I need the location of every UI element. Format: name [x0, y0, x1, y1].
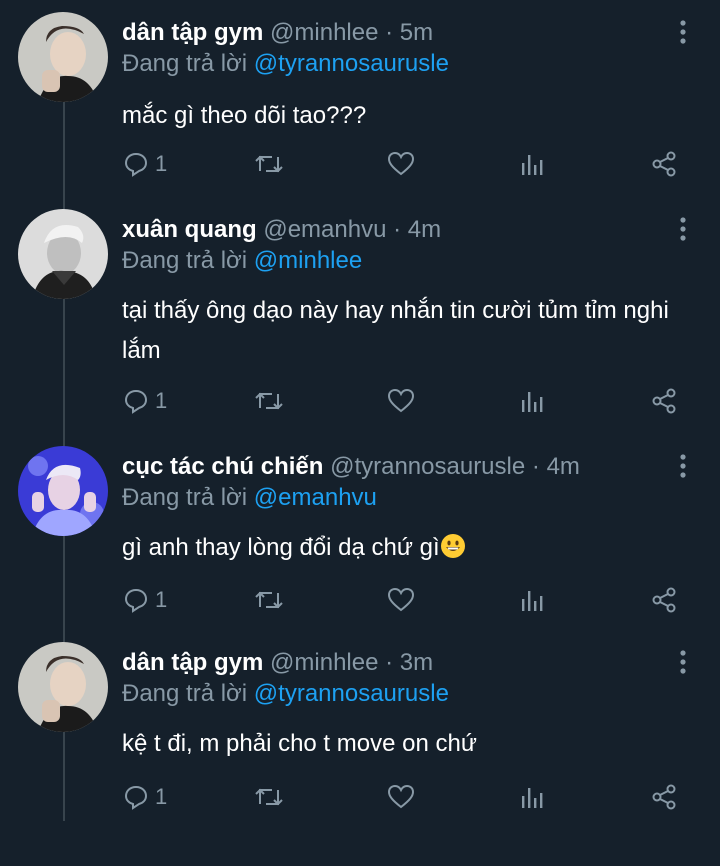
analytics-button[interactable]	[520, 580, 544, 620]
like-icon	[387, 587, 415, 612]
display-name[interactable]: cục tác chú chiến	[122, 453, 323, 480]
retweet-icon	[255, 155, 283, 173]
timestamp[interactable]: 4m	[408, 216, 441, 243]
replying-to: Đang trả lời @tyrannosaurusle	[122, 48, 449, 80]
reply-button[interactable]: 1	[123, 580, 167, 620]
tweet-header: dân tập gym @minhlee · 3m	[122, 647, 433, 679]
username[interactable]: @emanhvu	[263, 216, 386, 243]
retweet-button[interactable]	[254, 144, 284, 184]
share-button[interactable]	[651, 777, 677, 817]
retweet-icon	[255, 591, 283, 609]
reply-count: 1	[155, 388, 168, 413]
display-name[interactable]: dân tập gym	[122, 649, 263, 676]
replying-to-label: Đang trả lời	[122, 50, 248, 77]
reply-button[interactable]: 1	[123, 777, 167, 817]
replying-to-label: Đang trả lời	[122, 247, 248, 274]
more-options-icon[interactable]	[672, 648, 694, 678]
reply-icon	[124, 389, 148, 414]
analytics-button[interactable]	[520, 144, 544, 184]
separator-dot: ·	[385, 649, 394, 676]
like-icon	[387, 784, 415, 809]
share-icon	[652, 388, 676, 414]
action-bar: 1	[0, 580, 720, 620]
avatar[interactable]	[18, 446, 108, 536]
share-icon	[652, 151, 676, 177]
timestamp[interactable]: 3m	[400, 649, 433, 676]
like-button[interactable]	[387, 144, 415, 184]
tweet-text: kệ t đi, m phải cho t move on chứ	[122, 730, 477, 757]
mention-link[interactable]: @tyrannosaurusle	[254, 680, 449, 707]
analytics-icon	[522, 788, 543, 808]
like-icon	[387, 151, 415, 176]
reply-count: 1	[155, 784, 168, 809]
display-name[interactable]: dân tập gym	[122, 19, 263, 46]
replying-to: Đang trả lời @minhlee	[122, 245, 362, 277]
username[interactable]: @minhlee	[270, 649, 378, 676]
more-options-icon[interactable]	[672, 452, 694, 482]
replying-to: Đang trả lời @emanhvu	[122, 482, 377, 514]
action-bar: 1	[0, 381, 720, 421]
tweet[interactable]: dân tập gym @minhlee · 3m Đang trả lời @…	[0, 630, 720, 866]
tweet-text: mắc gì theo dõi tao???	[122, 102, 367, 129]
tweet-header: dân tập gym @minhlee · 5m	[122, 17, 433, 49]
share-icon	[652, 587, 676, 613]
like-button[interactable]	[387, 381, 415, 421]
like-icon	[387, 388, 415, 413]
share-button[interactable]	[651, 144, 677, 184]
analytics-icon	[522, 591, 543, 611]
separator-dot: ·	[385, 19, 394, 46]
analytics-icon	[522, 392, 543, 412]
retweet-button[interactable]	[254, 777, 284, 817]
reply-count: 1	[155, 587, 168, 612]
replying-to: Đang trả lời @tyrannosaurusle	[122, 678, 449, 710]
tweet-text: gì anh thay lòng đổi dạ chứ gì	[122, 534, 440, 561]
share-button[interactable]	[651, 580, 677, 620]
reply-icon	[124, 152, 148, 177]
replying-to-label: Đang trả lời	[122, 484, 248, 511]
action-bar: 1	[0, 144, 720, 184]
grinning-face-emoji	[440, 532, 466, 558]
username[interactable]: @minhlee	[270, 19, 378, 46]
reply-count: 1	[155, 151, 168, 176]
tweet-header: cục tác chú chiến @tyrannosaurusle · 4m	[122, 451, 580, 483]
retweet-button[interactable]	[254, 580, 284, 620]
timestamp[interactable]: 4m	[547, 453, 580, 480]
analytics-button[interactable]	[520, 381, 544, 421]
avatar[interactable]	[18, 12, 108, 102]
mention-link[interactable]: @emanhvu	[254, 484, 377, 511]
retweet-button[interactable]	[254, 381, 284, 421]
mention-link[interactable]: @minhlee	[254, 247, 362, 274]
action-bar: 1	[0, 777, 720, 817]
reply-icon	[124, 588, 148, 613]
reply-button[interactable]: 1	[123, 381, 167, 421]
like-button[interactable]	[387, 580, 415, 620]
analytics-button[interactable]	[520, 777, 544, 817]
like-button[interactable]	[387, 777, 415, 817]
reply-icon	[124, 785, 148, 810]
display-name[interactable]: xuân quang	[122, 216, 257, 243]
retweet-icon	[255, 392, 283, 410]
share-icon	[652, 784, 676, 810]
timestamp[interactable]: 5m	[400, 19, 433, 46]
separator-dot: ·	[393, 216, 402, 243]
more-options-icon[interactable]	[672, 215, 694, 245]
mention-link[interactable]: @tyrannosaurusle	[254, 50, 449, 77]
share-button[interactable]	[651, 381, 677, 421]
analytics-icon	[522, 155, 543, 175]
tweet[interactable]: xuân quang @emanhvu · 4m Đang trả lời @m…	[0, 197, 720, 433]
more-options-icon[interactable]	[672, 18, 694, 48]
reply-button[interactable]: 1	[123, 144, 167, 184]
avatar[interactable]	[18, 642, 108, 732]
avatar[interactable]	[18, 209, 108, 299]
tweet-header: xuân quang @emanhvu · 4m	[122, 214, 441, 246]
separator-dot: ·	[531, 453, 540, 480]
tweet-text: tại thấy ông dạo này hay nhắn tin cười t…	[122, 297, 669, 364]
replying-to-label: Đang trả lời	[122, 680, 248, 707]
retweet-icon	[255, 788, 283, 806]
username[interactable]: @tyrannosaurusle	[330, 453, 525, 480]
tweet-body: gì anh thay lòng đổi dạ chứ gì	[122, 528, 682, 568]
